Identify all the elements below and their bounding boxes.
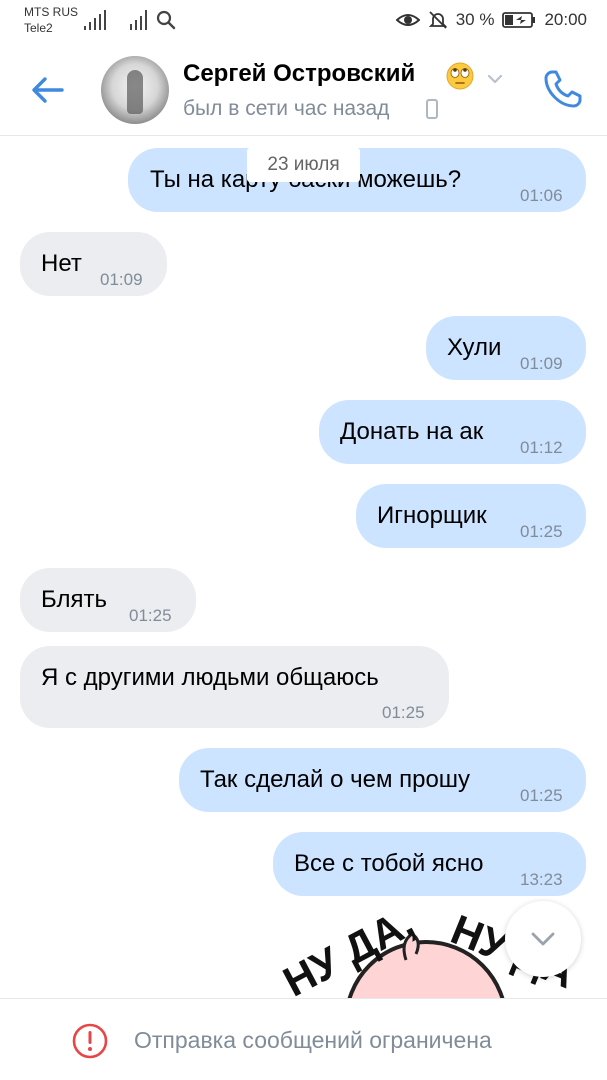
message-time: 01:06 [520, 186, 563, 205]
message-time: 01:25 [382, 703, 425, 722]
message-bubble-outgoing[interactable]: Так сделай о чем прошу 01:25 [179, 748, 586, 812]
avatar-figure [127, 70, 143, 114]
message-bubble-outgoing[interactable]: Донать на ак 01:12 [319, 400, 586, 464]
message-text: Так сделай о чем прошу [200, 766, 471, 793]
status-bar: MTS RUS Tele2 30 % 20:00 [0, 0, 607, 44]
message-time: 01:12 [520, 438, 563, 457]
chat-header: Сергей Островский был в сети час назад [0, 44, 607, 136]
mobile-device-icon [426, 99, 438, 119]
battery-percent: 30 % [455, 10, 495, 29]
message-bubble-outgoing[interactable]: Хули 01:09 [426, 316, 586, 380]
message-time: 01:25 [520, 786, 563, 805]
battery-charging-icon [502, 12, 536, 28]
message-text: Донать на ак [340, 418, 484, 445]
carrier-labels: MTS RUS Tele2 [24, 4, 78, 36]
message-bubble-outgoing[interactable]: Игнорщик 01:25 [356, 484, 586, 548]
phone-call-icon[interactable] [540, 66, 586, 112]
message-text: Игнорщик [377, 502, 487, 529]
search-icon [156, 10, 176, 30]
message-time: 01:25 [520, 522, 563, 541]
status-right: 30 % 20:00 [395, 10, 587, 30]
carrier-1: MTS RUS [24, 5, 78, 19]
avatar[interactable] [101, 56, 169, 124]
message-text: Все с тобой ясно [294, 850, 484, 877]
message-bubble-incoming[interactable]: Блять 01:25 [20, 568, 196, 632]
presence-status: был в сети час назад [183, 97, 390, 120]
message-text: Блять [41, 586, 107, 613]
message-bubble-outgoing[interactable]: Все с тобой ясно 13:23 [273, 832, 586, 896]
eye-roll-emoji-icon [446, 62, 474, 90]
clock: 20:00 [544, 10, 587, 29]
composer-restricted-bar: Отправка сообщений ограничена [0, 998, 607, 1080]
signal-2-icon [130, 8, 154, 30]
eye-icon [395, 14, 420, 26]
message-time: 01:09 [100, 270, 143, 289]
message-time: 01:25 [129, 606, 172, 625]
scroll-to-bottom-button[interactable] [505, 901, 581, 977]
carrier-2: Tele2 [24, 21, 53, 35]
message-bubble-incoming[interactable]: Я с другими людьми общаюсь 01:25 [20, 646, 449, 728]
message-time: 13:23 [520, 870, 563, 889]
chevron-down-icon[interactable] [484, 68, 506, 90]
message-text: Я с другими людьми общаюсь [41, 664, 379, 691]
date-separator: 23 июля [247, 148, 360, 182]
message-text: Хули [447, 334, 502, 361]
contact-name[interactable]: Сергей Островский [183, 60, 415, 88]
muted-bell-icon [428, 11, 447, 29]
message-bubble-incoming[interactable]: Нет 01:09 [20, 232, 167, 296]
message-text: Нет [41, 250, 82, 277]
signal-1-icon [84, 8, 114, 30]
back-arrow-icon[interactable] [28, 70, 68, 110]
restriction-message: Отправка сообщений ограничена [134, 1027, 492, 1053]
warning-icon [72, 1023, 108, 1059]
message-time: 01:09 [520, 354, 563, 373]
chevron-down-icon [531, 932, 555, 946]
